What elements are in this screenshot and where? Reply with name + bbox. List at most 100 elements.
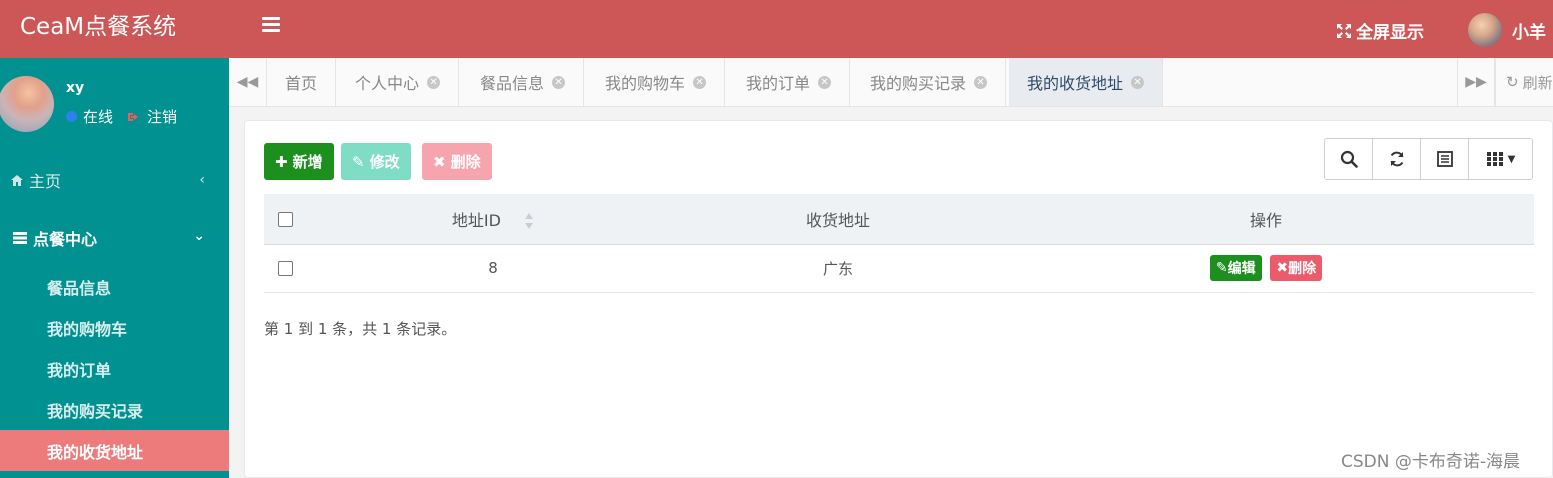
sidebar: xy 在线 注销 主页 ‹ 点餐中心 ⌄ 餐品信息 我的购物车 我的订单 我的购…	[0, 58, 229, 478]
caret-down-icon: ▼	[1507, 153, 1516, 165]
row-delete-label: 删除	[1288, 261, 1317, 277]
search-button[interactable]	[1325, 139, 1373, 179]
tab-label: 我的收货地址	[1027, 74, 1124, 93]
tab-label: 我的购买记录	[870, 74, 967, 93]
sidebar-item-purchase-history[interactable]: 我的购买记录	[0, 389, 229, 430]
tab-addresses[interactable]: 我的收货地址 ✕	[1009, 58, 1164, 106]
username: 小羊	[1512, 22, 1546, 43]
delete-label: 删除	[450, 153, 481, 171]
sidebar-item-label: 我的购买记录	[47, 401, 144, 421]
tab-label: 我的订单	[746, 74, 811, 93]
row-checkbox[interactable]	[278, 261, 293, 276]
times-icon: ✖	[433, 152, 446, 171]
tab-label: 我的购物车	[605, 74, 686, 93]
watermark: CSDN @卡布奇诺-海晨	[1341, 452, 1521, 472]
tab-purchase-history[interactable]: 我的购买记录 ✕	[852, 58, 1007, 106]
address-table: 地址ID 收货地址 操作 8 广东 ✎ 编辑 ✖ 删除	[264, 194, 1534, 293]
column-header-address: 收货地址	[678, 194, 998, 245]
sidebar-item-label: 主页	[29, 172, 62, 191]
tab-food-info[interactable]: 餐品信息 ✕	[462, 58, 585, 106]
header-label: 收货地址	[805, 210, 870, 230]
close-icon[interactable]: ✕	[974, 75, 988, 89]
grid-icon	[1486, 152, 1503, 166]
sidebar-item-home[interactable]: 主页 ‹	[0, 160, 229, 200]
select-all-checkbox[interactable]	[278, 212, 293, 228]
cell-id: 8	[308, 244, 678, 293]
toggle-view-button[interactable]	[1421, 139, 1469, 179]
tabs-scroll-right-icon[interactable]: ▶▶	[1457, 58, 1495, 106]
close-icon[interactable]: ✕	[818, 75, 832, 89]
add-button[interactable]: ✚ 新增	[264, 143, 334, 180]
row-edit-label: 编辑	[1227, 261, 1256, 277]
close-icon[interactable]: ✕	[427, 75, 441, 89]
page-tabs: ◀◀ 首页 个人中心 ✕ 餐品信息 ✕ 我的购物车 ✕ 我的订单 ✕ 我的购买记录 ✕ 我…	[229, 58, 1553, 107]
columns-dropdown-button[interactable]: ▼	[1469, 139, 1532, 179]
header-label: 操作	[1249, 210, 1282, 230]
refresh-label: 刷新	[1522, 73, 1553, 92]
times-icon: ✖	[1276, 260, 1289, 276]
row-delete-button[interactable]: ✖ 删除	[1270, 255, 1323, 281]
column-header-id[interactable]: 地址ID	[308, 194, 678, 245]
table-header-row: 地址ID 收货地址 操作	[264, 194, 1534, 245]
sidebar-item-label: 餐品信息	[47, 278, 112, 298]
sidebar-item-order-center[interactable]: 点餐中心 ⌄	[0, 218, 229, 258]
close-icon[interactable]: ✕	[552, 75, 566, 89]
top-navbar: CeaM点餐系统 全屏显示 小羊	[0, 0, 1553, 58]
hamburger-menu-icon[interactable]	[262, 17, 280, 37]
list-icon	[13, 232, 27, 244]
chevron-down-icon: ⌄	[193, 228, 205, 244]
header-label: 地址ID	[451, 210, 501, 230]
brand-title: CeaM点餐系统	[20, 14, 177, 40]
logout-icon	[128, 112, 139, 121]
sidebar-item-orders[interactable]: 我的订单	[0, 348, 229, 389]
chevron-left-icon: ‹	[199, 172, 205, 188]
profile-name: xy	[66, 80, 85, 96]
logout-link[interactable]: 注销	[147, 106, 177, 127]
sidebar-item-food-info[interactable]: 餐品信息	[0, 266, 229, 307]
online-dot-icon	[66, 111, 77, 122]
tab-label: 首页	[285, 74, 318, 93]
refresh-tab-button[interactable]: ↻ 刷新	[1495, 58, 1553, 106]
tab-cart[interactable]: 我的购物车 ✕	[587, 58, 726, 106]
sidebar-item-label: 我的订单	[47, 360, 112, 380]
tab-label: 个人中心	[355, 74, 420, 93]
edit-icon: ✎	[1215, 260, 1228, 276]
fullscreen-label: 全屏显示	[1356, 23, 1424, 43]
refresh-button[interactable]	[1373, 139, 1421, 179]
sidebar-item-label: 我的收货地址	[47, 442, 144, 462]
column-header-actions: 操作	[998, 194, 1534, 245]
add-label: 新增	[292, 153, 323, 171]
card-view-icon	[1436, 151, 1453, 167]
tab-personal-center[interactable]: 个人中心 ✕	[337, 58, 460, 106]
refresh-icon	[1390, 151, 1403, 167]
sidebar-item-label: 点餐中心	[33, 230, 98, 249]
close-icon[interactable]: ✕	[1131, 75, 1145, 89]
tabs-scroll-left-icon[interactable]: ◀◀	[229, 58, 267, 106]
tab-home[interactable]: 首页	[267, 58, 337, 106]
close-icon[interactable]: ✕	[693, 75, 707, 89]
table-toolbar: ▼	[1324, 138, 1533, 180]
expand-icon	[1337, 23, 1351, 38]
sidebar-item-cart[interactable]: 我的购物车	[0, 307, 229, 348]
plus-icon: ✚	[275, 152, 288, 171]
fullscreen-button[interactable]: 全屏显示	[1336, 18, 1424, 43]
sidebar-item-addresses[interactable]: 我的收货地址	[0, 430, 229, 471]
edit-button[interactable]: ✎ 修改	[341, 143, 411, 180]
tab-orders[interactable]: 我的订单 ✕	[728, 58, 851, 106]
online-status: 在线	[83, 108, 114, 126]
avatar	[0, 76, 54, 132]
search-icon	[1340, 150, 1358, 168]
edit-icon: ✎	[352, 152, 365, 171]
user-profile: xy 在线 注销	[0, 76, 229, 136]
delete-button[interactable]: ✖ 删除	[422, 143, 492, 180]
home-icon	[11, 174, 23, 186]
user-menu[interactable]: 小羊	[1468, 13, 1546, 47]
content-panel: ✚ 新增 ✎ 修改 ✖ 删除 ▼ 地址ID 收货地址 操作 8 广东 ✎ 编辑 …	[244, 120, 1553, 478]
row-edit-button[interactable]: ✎ 编辑	[1209, 255, 1262, 281]
avatar	[1468, 13, 1502, 47]
pagination-info: 第 1 到 1 条，共 1 条记录。	[264, 320, 457, 338]
sort-icon	[525, 213, 534, 230]
cell-actions: ✎ 编辑 ✖ 删除	[998, 244, 1534, 293]
tab-label: 餐品信息	[480, 74, 545, 93]
table-row: 8 广东 ✎ 编辑 ✖ 删除	[264, 244, 1534, 293]
